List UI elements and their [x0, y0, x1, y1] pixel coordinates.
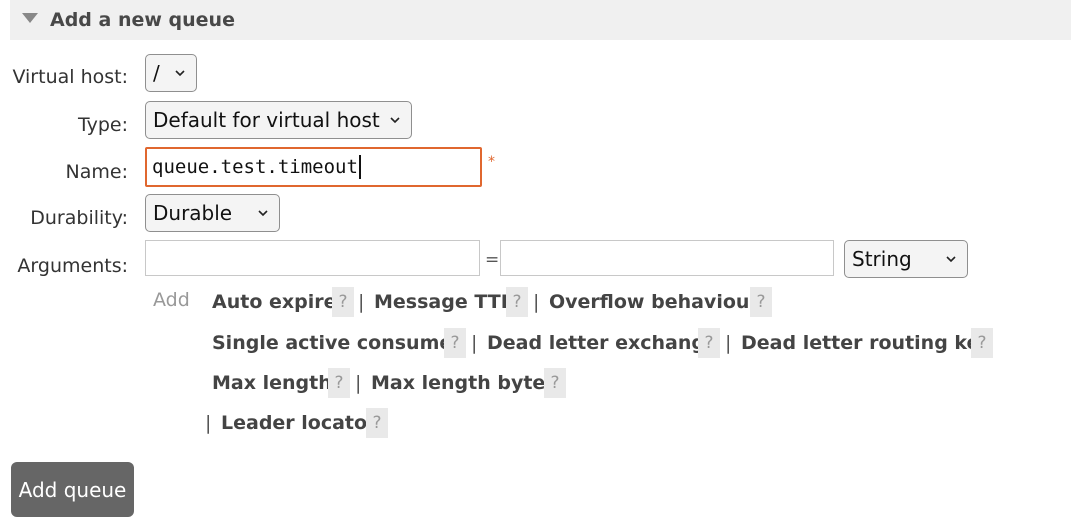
arguments-label: Arguments:	[17, 255, 128, 277]
add-single-active-consumer-link[interactable]: Single active consumer	[212, 332, 462, 354]
add-dead-letter-exchange-link[interactable]: Dead letter exchange	[487, 332, 718, 354]
name-label: Name:	[65, 161, 128, 183]
section-header[interactable]: Add a new queue	[10, 0, 1071, 40]
type-select[interactable]: Default for virtual host	[145, 101, 412, 139]
add-dead-letter-routing-key-link[interactable]: Dead letter routing key	[741, 332, 992, 354]
auto-expire-help-icon[interactable]: ?	[332, 287, 354, 317]
dead-letter-exchange-help-icon[interactable]: ?	[698, 328, 720, 358]
argument-value-input[interactable]	[500, 240, 834, 276]
section-title: Add a new queue	[50, 9, 235, 31]
add-max-length-bytes-link[interactable]: Max length bytes	[371, 372, 557, 394]
virtual-host-value: /	[153, 61, 160, 85]
type-value: Default for virtual host	[153, 108, 380, 132]
max-length-bytes-help-icon[interactable]: ?	[544, 368, 566, 398]
chevron-down-icon	[258, 210, 268, 217]
collapse-triangle-icon[interactable]	[22, 13, 38, 23]
separator: |	[355, 372, 362, 394]
durability-label: Durability:	[30, 207, 128, 229]
add-max-length-link[interactable]: Max length	[212, 372, 332, 394]
durability-value: Durable	[153, 201, 233, 225]
single-active-consumer-help-icon[interactable]: ?	[444, 328, 466, 358]
add-message-ttl-link[interactable]: Message TTL	[374, 291, 513, 313]
overflow-behaviour-help-icon[interactable]: ?	[750, 287, 772, 317]
argument-key-input[interactable]	[145, 240, 480, 276]
name-input-value: queue.test.timeout	[152, 156, 358, 178]
add-queue-button[interactable]: Add queue	[11, 462, 134, 517]
dead-letter-routing-key-help-icon[interactable]: ?	[971, 328, 993, 358]
virtual-host-label: Virtual host:	[12, 66, 128, 88]
leader-locator-help-icon[interactable]: ?	[366, 408, 388, 438]
chevron-down-icon	[390, 117, 400, 124]
virtual-host-select[interactable]: /	[145, 54, 197, 92]
max-length-help-icon[interactable]: ?	[328, 368, 350, 398]
separator: |	[533, 291, 540, 313]
message-ttl-help-icon[interactable]: ?	[506, 287, 528, 317]
chevron-down-icon	[946, 256, 956, 263]
argument-type-select[interactable]: String	[844, 240, 968, 278]
equals-sign: =	[485, 250, 500, 270]
add-auto-expire-link[interactable]: Auto expire	[212, 291, 337, 313]
text-caret	[358, 155, 361, 179]
name-input[interactable]: queue.test.timeout	[145, 147, 482, 187]
add-label: Add	[153, 289, 190, 311]
add-overflow-behaviour-link[interactable]: Overflow behaviour	[549, 291, 759, 313]
required-marker: *	[488, 154, 495, 170]
separator: |	[725, 332, 732, 354]
durability-select[interactable]: Durable	[145, 194, 280, 232]
chevron-down-icon	[175, 70, 185, 77]
separator: |	[205, 412, 212, 434]
separator: |	[358, 291, 365, 313]
separator: |	[471, 332, 478, 354]
argument-type-value: String	[852, 247, 912, 271]
type-label: Type:	[77, 114, 128, 136]
add-leader-locator-link[interactable]: Leader locator	[221, 412, 376, 434]
